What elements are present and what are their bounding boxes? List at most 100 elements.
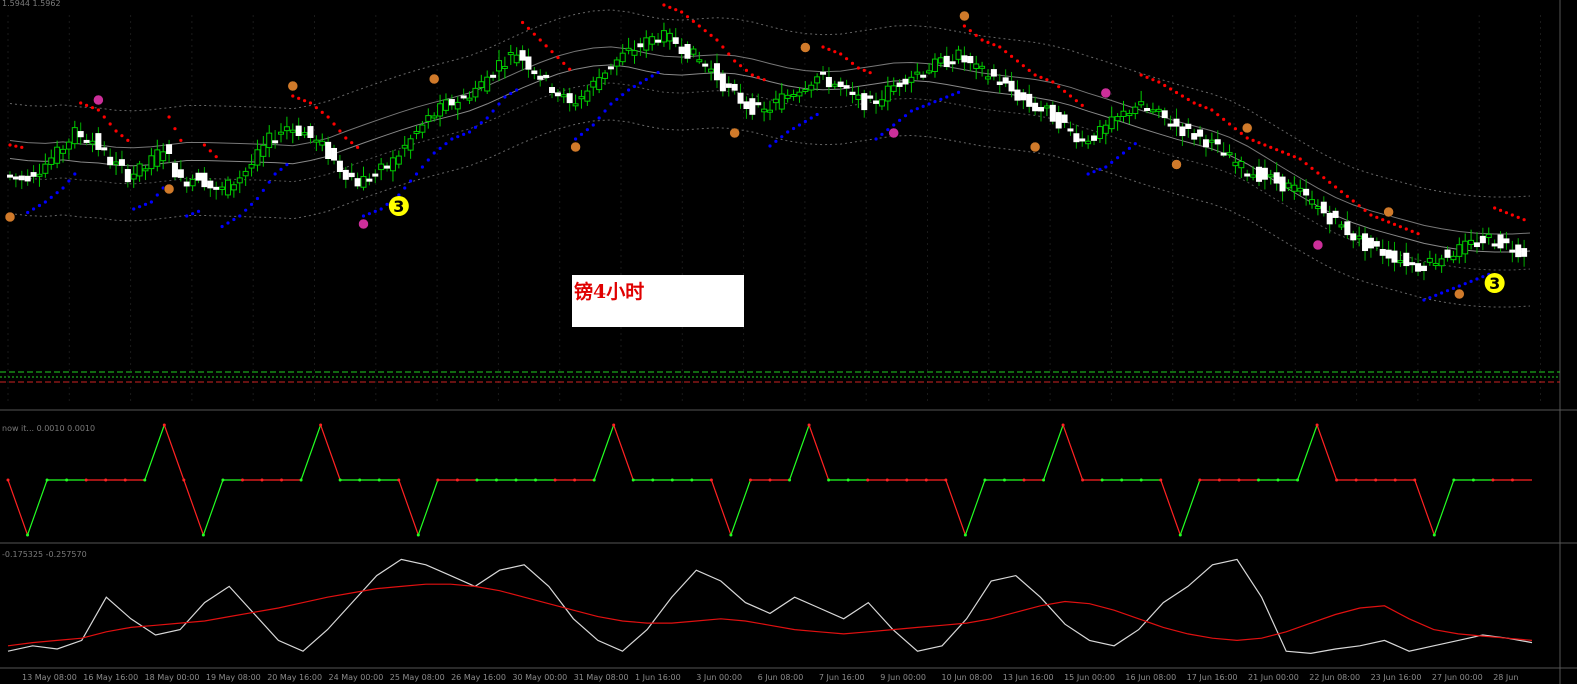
- candle-body: [42, 163, 49, 174]
- resistance-dot: [1398, 225, 1402, 229]
- candle-body: [419, 124, 426, 133]
- candle-body: [867, 95, 874, 99]
- resistance-dot: [1192, 101, 1196, 105]
- candle-body: [372, 173, 379, 177]
- support-dot: [921, 104, 925, 108]
- indicator1-point: [885, 478, 889, 482]
- candle-body: [554, 92, 561, 97]
- indicator1-segment: [202, 479, 224, 536]
- resistance-dot: [715, 38, 719, 42]
- candle-body: [572, 103, 579, 107]
- candle-body: [896, 82, 903, 87]
- candle-body: [366, 178, 373, 182]
- support-dot: [803, 119, 807, 124]
- chart-canvas[interactable]: 1.5944 1.5962 now it... 0.0010 0.0010 -0…: [0, 0, 1577, 684]
- resistance-dot: [1180, 94, 1185, 98]
- candle-body: [490, 74, 497, 78]
- resistance-dot: [526, 26, 531, 30]
- resistance-dot: [1080, 103, 1084, 107]
- candle-body: [1043, 105, 1050, 109]
- indicator1-point: [1256, 478, 1260, 482]
- candle-body: [1138, 101, 1145, 106]
- fractal-marker: [959, 10, 970, 22]
- indicator1-segment: [320, 424, 341, 481]
- support-dot: [385, 202, 389, 206]
- resistance-dot: [1251, 138, 1255, 142]
- support-dot: [226, 221, 230, 225]
- resistance-dot: [1345, 194, 1349, 198]
- indicator1-segment: [788, 424, 810, 481]
- x-axis-label: 21 Jun 00:00: [1248, 673, 1299, 682]
- candle-body: [1132, 106, 1139, 115]
- candle-body: [884, 85, 891, 102]
- indicator1-point: [1413, 478, 1417, 482]
- support-dot: [367, 212, 371, 216]
- ma-upper: [9, 46, 1531, 235]
- indicator1-segment: [1179, 479, 1201, 536]
- resistance-dot: [868, 71, 872, 75]
- candle-body: [301, 132, 308, 136]
- support-dot: [155, 193, 159, 197]
- indicator1-point: [455, 478, 459, 482]
- resistance-dot: [1363, 208, 1367, 212]
- candle-body: [855, 94, 862, 100]
- resistance-dot: [1339, 190, 1344, 194]
- resistance-dot: [1310, 166, 1314, 170]
- resistance-dot: [668, 5, 672, 9]
- resistance-dot: [14, 144, 18, 148]
- indicator1-point: [143, 478, 147, 482]
- indicator1-point: [1159, 478, 1163, 482]
- resistance-dot: [538, 38, 542, 42]
- candle-body: [625, 47, 632, 51]
- candle-body: [136, 163, 143, 177]
- candle-body: [30, 172, 37, 177]
- candle-body: [7, 174, 13, 178]
- indicator1-point: [1217, 478, 1221, 482]
- support-dot: [261, 188, 265, 192]
- candle-body: [354, 178, 361, 187]
- indicator1-point: [963, 533, 967, 537]
- indicator1-point: [983, 478, 987, 482]
- resistance-dot: [1275, 148, 1279, 152]
- candle-body: [672, 37, 679, 44]
- candle-body: [949, 61, 956, 65]
- candle-body: [761, 108, 768, 113]
- candle-body: [325, 141, 332, 160]
- support-dot: [497, 102, 501, 106]
- resistance-dot: [998, 45, 1002, 49]
- support-dot: [1475, 277, 1479, 281]
- candle-body: [631, 50, 638, 56]
- indicator1-segment: [1042, 424, 1064, 481]
- support-dot: [149, 200, 153, 204]
- resistance-dot: [1263, 143, 1267, 147]
- candle-body: [95, 133, 102, 150]
- resistance-dot: [662, 3, 666, 7]
- indicator1-point: [573, 478, 577, 482]
- indicator1-point: [1393, 478, 1397, 482]
- candle-body: [837, 81, 844, 87]
- resistance-dot: [974, 33, 978, 37]
- indicator1-point: [240, 478, 244, 482]
- support-dot: [880, 132, 884, 136]
- indicator1-segment: [945, 479, 966, 536]
- indicator1-point: [6, 478, 10, 482]
- support-dot: [26, 210, 30, 215]
- resistance-dot: [338, 129, 342, 133]
- candle-body: [902, 78, 909, 85]
- candle-body: [283, 126, 290, 132]
- resistance-dot: [709, 33, 713, 37]
- resistance-dot: [202, 143, 207, 147]
- indicator1-point: [1100, 478, 1104, 482]
- candle-body: [342, 169, 349, 180]
- candle-body: [1485, 233, 1492, 239]
- candle-body: [1038, 106, 1045, 112]
- candle-body: [1108, 116, 1115, 130]
- resistance-dot: [1015, 59, 1020, 63]
- candle-body: [996, 81, 1003, 86]
- resistance-dot: [1375, 215, 1379, 219]
- candle-body: [696, 59, 703, 63]
- resistance-dot: [1328, 180, 1332, 184]
- resistance-dot: [90, 106, 95, 110]
- candle-body: [201, 172, 208, 188]
- indicator1-panel: [6, 423, 1532, 537]
